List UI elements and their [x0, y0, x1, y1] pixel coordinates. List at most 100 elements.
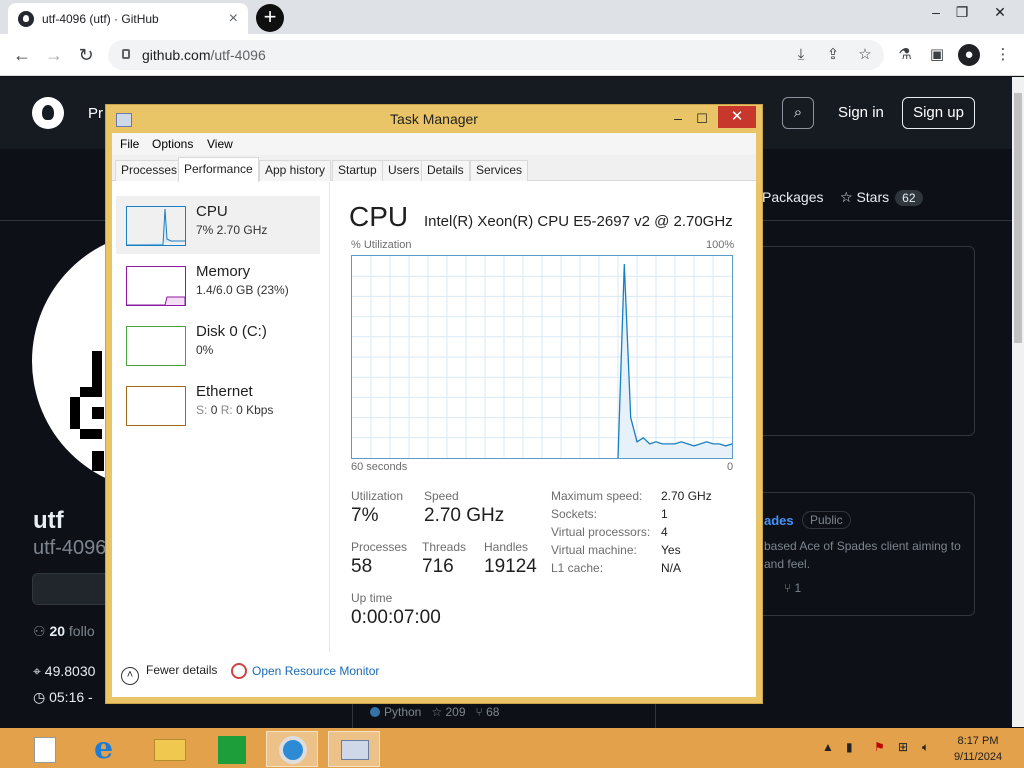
search-icon[interactable]: ⌕ — [782, 97, 814, 129]
language-color-dot — [370, 707, 380, 717]
repo-description: based Ace of Spades client aiming to and… — [764, 539, 961, 571]
task-manager-window: Task Manager – ☐ ✕ File Options View Pro… — [105, 104, 763, 704]
github-logo-icon[interactable] — [32, 97, 64, 129]
folder-icon[interactable] — [144, 731, 196, 767]
tab-stars[interactable]: ☆ Stars 62 — [840, 189, 923, 206]
lock-icon — [122, 49, 130, 59]
resource-cpu[interactable]: CPU 7% 2.70 GHz — [116, 196, 320, 254]
resource-memory-name: Memory — [196, 263, 251, 280]
repo-stars[interactable]: 209 — [445, 705, 465, 719]
repo-visibility-badge: Public — [802, 511, 851, 529]
action-center-flag-icon[interactable]: ⚑ — [874, 740, 885, 754]
show-hidden-icons-icon[interactable]: ▲ — [822, 740, 834, 754]
tab-services[interactable]: Services — [470, 160, 529, 181]
processes-label: Processes — [351, 540, 408, 554]
menu-kebab-icon[interactable]: ⋮ — [992, 44, 1014, 66]
follow-button[interactable] — [32, 573, 112, 605]
volume-icon[interactable]: 🔈︎ — [922, 740, 929, 755]
cpu-utilization-svg — [352, 256, 733, 459]
chevron-up-icon: ˄ — [121, 667, 139, 685]
sign-up-button[interactable]: Sign up — [902, 97, 975, 129]
tab-users[interactable]: Users — [382, 160, 426, 181]
memory-thumbnail-svg — [127, 296, 186, 306]
ethernet-send-value: 0 — [210, 403, 218, 417]
resource-memory[interactable]: Memory 1.4/6.0 GB (23%) — [116, 256, 320, 314]
taskbar: e ▲ ▮ ⚑ ⊞ 🔈︎ 8:17 PM 9/11/2024 — [0, 728, 1024, 768]
tab-performance[interactable]: Performance — [178, 157, 259, 182]
profile-login: utf-4096 — [33, 537, 107, 559]
reload-button[interactable]: ↻ — [74, 44, 98, 68]
resource-cpu-sub: 7% 2.70 GHz — [196, 223, 268, 237]
bookmark-star-icon[interactable]: ☆ — [854, 44, 876, 66]
cpu-utilization-graph — [351, 255, 733, 459]
new-tab-button[interactable]: + — [256, 4, 284, 32]
nav-product-partial[interactable]: Pr — [88, 105, 103, 122]
local-time-text: 05:16 - — [49, 689, 93, 705]
file-explorer-doc-icon[interactable] — [20, 731, 72, 767]
browser-tab[interactable]: utf-4096 (utf) · GitHub × — [8, 3, 248, 34]
tab-close-icon[interactable]: × — [229, 10, 238, 28]
tab-packages[interactable]: Packages — [762, 189, 823, 205]
uptime-label: Up time — [351, 591, 393, 605]
ethernet-recv-label: R: — [220, 403, 233, 417]
tm-minimize-icon[interactable]: – — [666, 109, 690, 129]
share-icon[interactable]: ⇪ — [822, 44, 844, 66]
clock-time: 8:17 PM — [957, 735, 999, 747]
menu-file[interactable]: File — [120, 133, 139, 155]
location-line: ⌖ 49.8030 — [33, 663, 95, 680]
system-clock[interactable]: 8:17 PM 9/11/2024 — [948, 733, 1008, 765]
github-favicon-icon — [18, 10, 34, 27]
location-pin-icon: ⌖ — [33, 663, 45, 679]
resource-disk[interactable]: Disk 0 (C:) 0% — [116, 316, 320, 374]
virtual-machine-value: Yes — [661, 543, 681, 557]
readme-card — [756, 246, 975, 436]
internet-explorer-icon[interactable]: e — [84, 731, 136, 767]
scrollbar-thumb[interactable] — [1014, 93, 1022, 343]
window-close-icon[interactable]: ✕ — [984, 2, 1016, 22]
clock-date: 9/11/2024 — [953, 751, 1003, 763]
tab-processes[interactable]: Processes — [115, 160, 184, 181]
window-restore-icon[interactable]: ❐ — [946, 2, 978, 22]
address-bar[interactable]: github.com/utf-4096 — [108, 40, 884, 70]
tab-row: Processes Performance App history Startu… — [112, 155, 756, 182]
profile-name: utf — [33, 507, 64, 534]
network-icon[interactable]: ⊞ — [898, 740, 908, 754]
resource-ethernet[interactable]: Ethernet S: 0 R: 0 Kbps — [116, 376, 320, 434]
task-manager-title: Task Manager — [390, 111, 478, 127]
tm-close-icon[interactable]: ✕ — [718, 106, 756, 128]
clock-icon: ◷ — [33, 689, 50, 705]
sign-in-link[interactable]: Sign in — [838, 104, 884, 121]
repo-forks[interactable]: ⑂ 1 — [784, 581, 801, 595]
l1-cache-value: N/A — [661, 561, 682, 575]
tab-startup[interactable]: Startup — [332, 160, 383, 181]
task-manager-taskbar-icon[interactable] — [328, 731, 380, 767]
stars-label: Stars — [856, 189, 890, 205]
install-icon[interactable]: ⤓ — [790, 44, 812, 66]
back-button[interactable]: ← — [10, 44, 34, 68]
menu-options[interactable]: Options — [152, 133, 193, 155]
fewer-details-button[interactable]: ˄ Fewer details — [121, 663, 217, 685]
store-icon[interactable] — [206, 731, 258, 767]
side-panel-icon[interactable]: ▣ — [926, 44, 948, 66]
graph-y-max: 100% — [706, 239, 735, 251]
resource-list: CPU 7% 2.70 GHz Memory 1.4/6.0 GB (23%) … — [112, 182, 330, 652]
followers-line[interactable]: ⚇ 20 follo — [33, 623, 95, 640]
forward-button[interactable]: → — [42, 44, 66, 68]
cpu-thumbnail-svg — [127, 208, 185, 246]
tab-app-history[interactable]: App history — [259, 160, 332, 181]
menu-view[interactable]: View — [207, 133, 233, 155]
repo-name-link[interactable]: ades — [764, 513, 794, 528]
chrome-icon[interactable] — [266, 731, 318, 767]
url-path: /utf-4096 — [210, 47, 266, 63]
extensions-icon[interactable]: ⚗ — [894, 44, 916, 66]
tab-details[interactable]: Details — [421, 160, 470, 181]
tm-maximize-icon[interactable]: ☐ — [690, 109, 714, 129]
ethernet-recv-value: 0 Kbps — [236, 403, 274, 417]
profile-avatar-icon[interactable]: ● — [958, 44, 980, 66]
page-scrollbar[interactable] — [1012, 77, 1024, 727]
repo-forks-2[interactable]: 68 — [486, 705, 499, 719]
resource-monitor-icon — [231, 663, 247, 679]
open-resource-monitor-link[interactable]: Open Resource Monitor — [231, 663, 379, 679]
tray-app-icon[interactable]: ▮ — [846, 740, 853, 754]
cpu-model: Intel(R) Xeon(R) CPU E5-2697 v2 @ 2.70GH… — [424, 213, 733, 230]
